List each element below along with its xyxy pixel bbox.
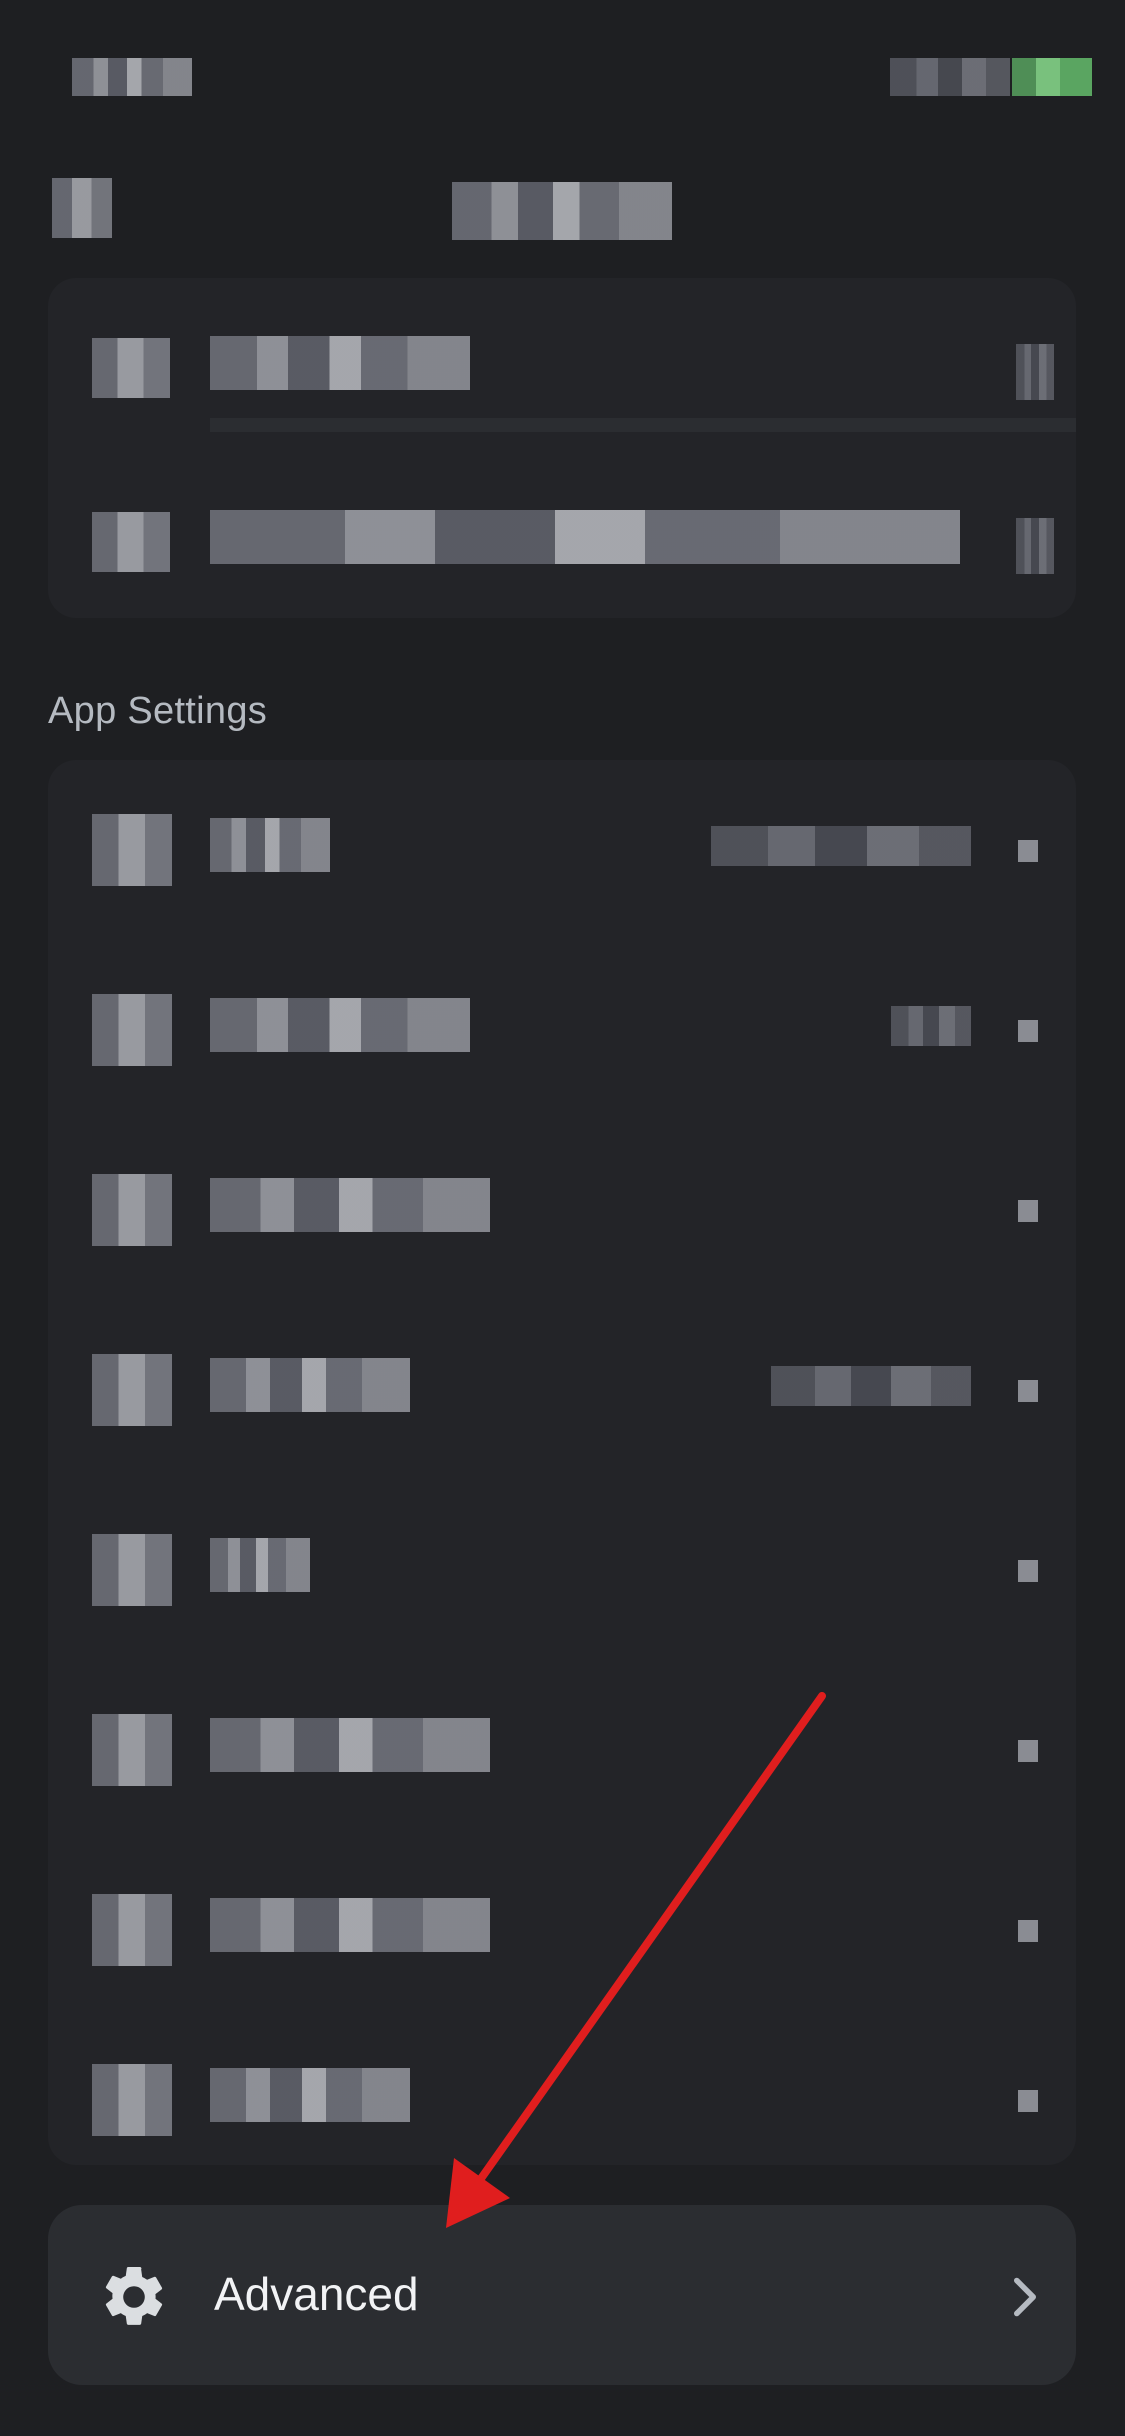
list-item[interactable] (48, 1500, 1076, 1630)
chevron-right-icon (1018, 1920, 1038, 1942)
signal-icon (890, 58, 1010, 96)
row-icon (92, 2064, 172, 2136)
divider (210, 418, 1076, 432)
row-icon (92, 1174, 172, 1246)
status-time (72, 58, 192, 96)
row-icon (92, 1534, 172, 1606)
row-icon (92, 814, 172, 886)
list-item[interactable] (48, 1320, 1076, 1450)
list-item[interactable] (48, 1680, 1076, 1810)
list-item[interactable] (48, 472, 1076, 602)
list-item[interactable] (48, 960, 1076, 1090)
row-icon (92, 1894, 172, 1966)
row-label (210, 818, 330, 872)
row-value (891, 1006, 971, 1046)
chevron-right-icon (1018, 840, 1038, 862)
row-label (210, 510, 960, 564)
chevron-right-icon (1016, 518, 1054, 574)
row-value (771, 1366, 971, 1406)
status-bar (0, 0, 1125, 150)
advanced-row[interactable]: Advanced (48, 2205, 1076, 2385)
section-header-app-settings: App Settings (48, 690, 268, 732)
row-label (210, 998, 470, 1052)
row-label (210, 1358, 410, 1412)
chevron-right-icon (1018, 1560, 1038, 1582)
list-item[interactable] (48, 780, 1076, 910)
chevron-right-icon (1018, 1740, 1038, 1762)
list-item[interactable] (48, 1860, 1076, 1990)
list-item[interactable] (48, 2030, 1076, 2160)
chevron-right-icon (1016, 344, 1054, 400)
row-icon (92, 1354, 172, 1426)
chevron-right-icon (1018, 1380, 1038, 1402)
account-panel (48, 278, 1076, 618)
row-icon (92, 338, 170, 398)
page-title (452, 182, 672, 240)
row-icon (92, 512, 170, 572)
app-settings-panel (48, 760, 1076, 2165)
chevron-right-icon (1014, 2277, 1036, 2317)
chevron-right-icon (1018, 1200, 1038, 1222)
gear-icon (105, 2266, 163, 2325)
row-icon (92, 994, 172, 1066)
row-value (711, 826, 971, 866)
row-icon (92, 1714, 172, 1786)
chevron-right-icon (1018, 1020, 1038, 1042)
row-label (210, 336, 470, 390)
list-item[interactable] (48, 1140, 1076, 1270)
row-label (210, 1898, 490, 1952)
chevron-right-icon (1018, 2090, 1038, 2112)
battery-icon (1012, 58, 1092, 96)
header (0, 160, 1125, 260)
back-icon[interactable] (52, 178, 112, 238)
row-label (210, 1178, 490, 1232)
row-label (210, 1538, 310, 1592)
row-label (210, 2068, 410, 2122)
list-item[interactable] (48, 298, 1076, 428)
advanced-label: Advanced (214, 2268, 419, 2320)
row-label (210, 1718, 490, 1772)
